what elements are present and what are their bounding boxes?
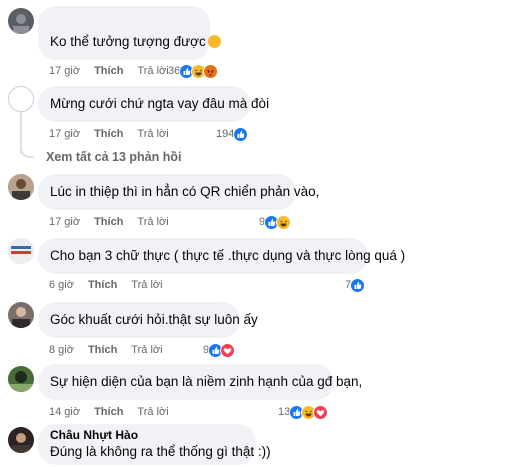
reply-button[interactable]: Trả lời [137, 128, 168, 140]
reply-button[interactable]: Trả lời [137, 65, 168, 77]
like-button[interactable]: Thích [88, 344, 117, 356]
comment-time[interactable]: 6 giờ [49, 279, 74, 291]
laughing-emoji-icon [207, 35, 221, 48]
comment-bubble: Lúc in thiệp thì in hẳn có QR chiển phản… [38, 174, 320, 210]
reply-button[interactable]: Trả lời [137, 406, 168, 418]
angry-icon [203, 63, 219, 79]
comment-bubble: Ko thể tưởng tượng được [38, 6, 221, 60]
comment-thread: Ko thể tưởng tượng được 17 giờ Thích Trả… [0, 0, 513, 467]
reply-button[interactable]: Trả lời [131, 344, 162, 356]
comment-bubble: Sự hiện diện của bạn là niềm zinh hạnh c… [38, 364, 363, 400]
comment-text: Lúc in thiệp thì in hẳn có QR chiển phản… [50, 184, 320, 199]
comment-bubble: Góc khuất cưới hỏi.thật sự luôn ấy [38, 302, 258, 338]
reaction-summary[interactable]: 13 [278, 404, 329, 420]
comment-meta: 17 giờ Thích Trả lời [49, 214, 183, 230]
like-button[interactable]: Thích [94, 406, 123, 418]
comment-text: Đúng là không ra thể thống gì thật :)) [50, 444, 271, 459]
comment-time[interactable]: 8 giờ [49, 344, 74, 356]
like-icon [350, 277, 366, 293]
love-icon [220, 342, 236, 358]
comment-meta: 6 giờ Thích Trả lời [49, 277, 177, 293]
comment-author[interactable]: Châu Nhựt Hào [50, 428, 244, 443]
thread-elbow [20, 142, 34, 158]
avatar[interactable] [8, 86, 34, 112]
like-button[interactable]: Thích [94, 65, 123, 77]
comment-time[interactable]: 17 giờ [49, 128, 80, 140]
reaction-summary[interactable]: 194 [216, 126, 249, 142]
reaction-summary[interactable]: 9 [203, 342, 236, 358]
reply-button[interactable]: Trả lời [137, 216, 168, 228]
comment-time[interactable]: 14 giờ [49, 406, 80, 418]
avatar[interactable] [8, 174, 34, 200]
avatar[interactable] [8, 302, 34, 328]
comment-bubble: Mừng cưới chứ ngta vay đâu mà đòi [38, 86, 270, 122]
comment-meta: 17 giờ Thích Trả lời [49, 63, 183, 79]
reaction-summary[interactable]: 9 [259, 214, 292, 230]
comment-text: Góc khuất cưới hỏi.thật sự luôn ấy [50, 312, 258, 327]
haha-icon [276, 214, 292, 230]
comment-text: Mừng cưới chứ ngta vay đâu mà đòi [50, 96, 270, 111]
comment-time[interactable]: 17 giờ [49, 216, 80, 228]
like-button[interactable]: Thích [88, 279, 117, 291]
reaction-summary[interactable]: 36 [168, 63, 219, 79]
comment-time[interactable]: 17 giờ [49, 65, 80, 77]
like-button[interactable]: Thích [94, 216, 123, 228]
like-icon [233, 126, 249, 142]
view-replies-link[interactable]: Xem tất cả 13 phản hồi [46, 150, 181, 164]
comment-meta: 17 giờ Thích Trả lời [49, 126, 183, 142]
comment-text: Sự hiện diện của bạn là niềm zinh hạnh c… [50, 374, 363, 389]
avatar[interactable] [8, 366, 34, 392]
love-icon [313, 404, 329, 420]
avatar[interactable] [8, 238, 34, 264]
comment-meta: 14 giờ Thích Trả lời [49, 404, 183, 420]
avatar[interactable] [8, 427, 34, 453]
like-button[interactable]: Thích [94, 128, 123, 140]
comment-meta: 8 giờ Thích Trả lời [49, 342, 177, 358]
comment-text: Ko thể tưởng tượng được [50, 33, 221, 51]
avatar[interactable] [8, 8, 34, 34]
reaction-count: 194 [216, 128, 235, 140]
reaction-summary[interactable]: 7 [345, 277, 366, 293]
comment-bubble: Cho bạn 3 chữ thực ( thực tế .thực dụng … [38, 238, 406, 274]
comment-bubble: Châu Nhựt Hào Đúng là không ra thể thống… [38, 424, 271, 465]
reply-button[interactable]: Trả lời [131, 279, 162, 291]
comment-text: Cho bạn 3 chữ thực ( thực tế .thực dụng … [50, 248, 406, 263]
